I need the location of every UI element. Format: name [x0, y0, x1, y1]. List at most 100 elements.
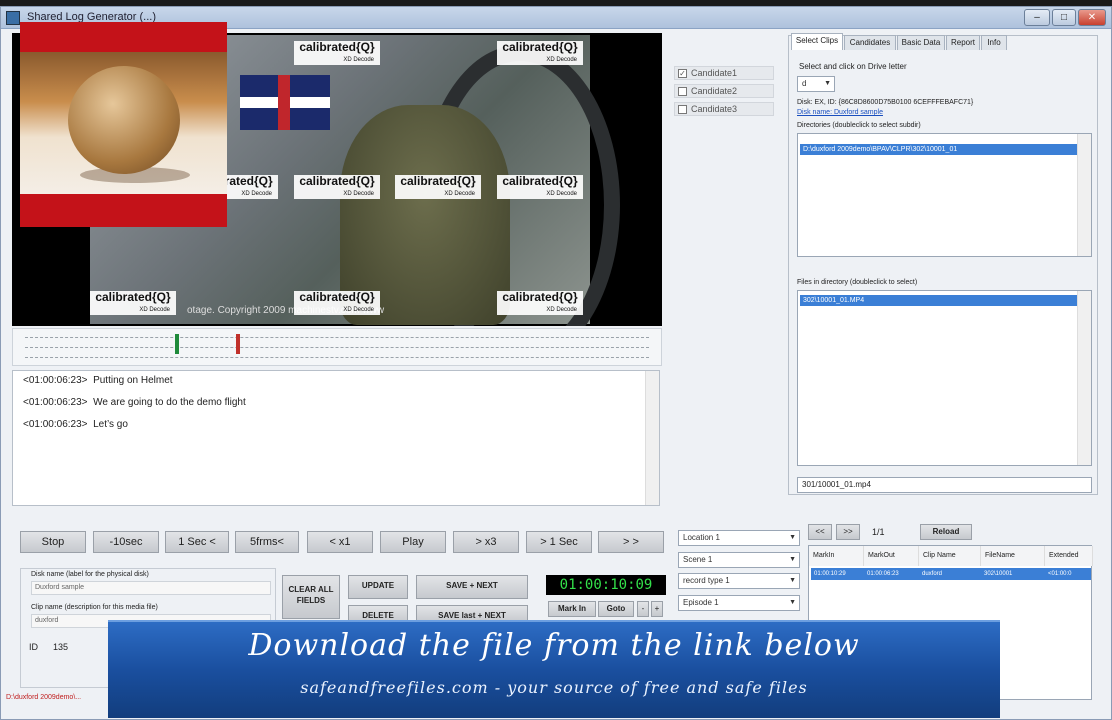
next-page-button[interactable]: >>: [836, 524, 860, 540]
candidate2-checkbox[interactable]: Candidate2: [674, 84, 774, 98]
table-cell[interactable]: 302\10001: [981, 568, 1045, 580]
stop-button[interactable]: Stop: [20, 531, 86, 553]
table-cell[interactable]: 01:00:06:23: [864, 568, 919, 580]
column-header-extended[interactable]: Extended: [1045, 546, 1093, 566]
candidate3-checkbox[interactable]: Candidate3: [674, 102, 774, 116]
tab-basic-data[interactable]: Basic Data: [897, 35, 945, 50]
download-banner-overlay: Download the file from the link below sa…: [108, 620, 1000, 718]
disk-name-field[interactable]: Duxford sample: [31, 581, 271, 595]
minus-button[interactable]: -: [637, 601, 649, 617]
checkbox-icon: [678, 87, 687, 96]
mark-in-marker[interactable]: [175, 334, 179, 354]
watermark: calibrated{Q} XD Decode: [294, 175, 380, 199]
back-1sec-button[interactable]: 1 Sec <: [165, 531, 229, 553]
page-indicator: 1/1: [872, 527, 885, 537]
episode-select[interactable]: Episode 1 ▼: [678, 595, 800, 611]
save-next-button[interactable]: SAVE + NEXT: [416, 575, 528, 599]
tab-report[interactable]: Report: [946, 35, 980, 50]
chevron-down-icon: ▼: [824, 80, 831, 87]
drive-prompt: Select and click on Drive letter: [799, 62, 907, 71]
directories-list[interactable]: D:\duxford 2009demo\BPAV\CLPR\302\10001_…: [797, 133, 1092, 257]
chevron-down-icon: ▼: [789, 577, 796, 584]
chevron-down-icon: ▼: [789, 599, 796, 606]
record-type-select[interactable]: record type 1 ▼: [678, 573, 800, 589]
prev-page-button[interactable]: <<: [808, 524, 832, 540]
timeline-track: [25, 347, 649, 348]
tab-candidates[interactable]: Candidates: [844, 35, 896, 50]
clear-all-fields-button[interactable]: CLEAR ALL FIELDS: [282, 575, 340, 619]
column-header-markin[interactable]: MarkIn: [809, 546, 864, 566]
disk-name-link[interactable]: Disk name: Duxford sample: [797, 109, 883, 116]
table-cell[interactable]: duxford: [919, 568, 981, 580]
transcript-box[interactable]: <01:00:06:23> Putting on Helmet <01:00:0…: [12, 370, 660, 506]
table-cell[interactable]: 01:00:10:29: [811, 568, 864, 580]
clip-name-label: Clip name (description for this media fi…: [31, 604, 158, 611]
banner-subtitle: safeandfreefiles.com - your source of fr…: [300, 678, 808, 697]
timecode-display: 01:00:10:09: [546, 575, 666, 595]
watermark: calibrated{Q} XD Decode: [497, 41, 583, 65]
plus-button[interactable]: +: [651, 601, 663, 617]
play-button[interactable]: Play: [380, 531, 446, 553]
file-item-selected[interactable]: 302\10001_01.MP4: [800, 295, 1079, 306]
directory-item-selected[interactable]: D:\duxford 2009demo\BPAV\CLPR\302\10001_…: [800, 144, 1079, 155]
app-icon: [6, 11, 20, 25]
column-header-markout[interactable]: MarkOut: [864, 546, 919, 566]
overlay-logo-thumbnail: [20, 22, 227, 227]
watermark: calibrated{Q} XD Decode: [294, 41, 380, 65]
clip-selector-panel: Select Clips Candidates Basic Data Repor…: [788, 33, 1098, 495]
reverse-x1-button[interactable]: < x1: [307, 531, 373, 553]
id-value: 135: [53, 642, 69, 652]
close-button[interactable]: ✕: [1078, 9, 1106, 26]
transcript-scrollbar[interactable]: [645, 371, 659, 505]
directories-label: Directories (doubleclick to select subdi…: [797, 122, 921, 129]
drive-select[interactable]: d ▼: [797, 76, 835, 92]
current-file-field[interactable]: 301/10001_01.mp4: [797, 477, 1092, 493]
candidate1-checkbox[interactable]: ✓ Candidate1: [674, 66, 774, 80]
checkbox-icon: ✓: [678, 69, 687, 78]
files-label: Files in directory (doubleclick to selec…: [797, 279, 918, 286]
forward-end-button[interactable]: > >: [598, 531, 664, 553]
watermark: calibrated{Q} XD Decode: [497, 291, 583, 315]
watermark: calibrated{Q} XD Decode: [90, 291, 176, 315]
watermark: calibrated{Q} XD Decode: [395, 175, 481, 199]
disk-name-label: Disk name (label for the physical disk): [31, 571, 149, 578]
tab-info[interactable]: Info: [981, 35, 1007, 50]
chevron-down-icon: ▼: [789, 534, 796, 541]
disk-id-text: Disk: EX, ID: {86C8D8600D75B0100 6CEFFFE…: [797, 99, 974, 106]
files-scrollbar[interactable]: [1077, 291, 1091, 465]
walnut-image: [68, 66, 180, 174]
transcript-line: <01:00:06:23> Let’s go: [23, 419, 128, 430]
mark-out-marker[interactable]: [236, 334, 240, 354]
timeline-track: [25, 357, 649, 358]
reload-button[interactable]: Reload: [920, 524, 972, 540]
update-button[interactable]: UPDATE: [348, 575, 408, 599]
maximize-button[interactable]: □: [1052, 9, 1076, 26]
forward-x3-button[interactable]: > x3: [453, 531, 519, 553]
chevron-down-icon: ▼: [789, 556, 796, 563]
files-list[interactable]: 302\10001_01.MP4: [797, 290, 1092, 466]
back-frames-button[interactable]: 5frms<: [235, 531, 299, 553]
transcript-line: <01:00:06:23> Putting on Helmet: [23, 375, 173, 386]
walnut-photo: [20, 52, 227, 194]
directories-scrollbar[interactable]: [1077, 134, 1091, 256]
status-text: D:\duxford 2009demo\...: [6, 694, 82, 701]
banner-title: Download the file from the link below: [248, 628, 860, 663]
checkbox-icon: [678, 105, 687, 114]
goto-button[interactable]: Goto: [598, 601, 634, 617]
minimize-button[interactable]: –: [1024, 9, 1050, 26]
watermark: calibrated{Q} XD Decode: [294, 291, 380, 315]
tab-select-clips[interactable]: Select Clips: [791, 33, 843, 50]
timeline-track: [25, 337, 649, 338]
transcript-line: <01:00:06:23> We are going to do the dem…: [23, 397, 246, 408]
back-10sec-button[interactable]: -10sec: [93, 531, 159, 553]
forward-1sec-button[interactable]: > 1 Sec: [526, 531, 592, 553]
scene-select[interactable]: Scene 1 ▼: [678, 552, 800, 568]
location-select[interactable]: Location 1 ▼: [678, 530, 800, 546]
table-cell[interactable]: <01:00:0: [1045, 568, 1091, 580]
column-header-clip-name[interactable]: Clip Name: [919, 546, 981, 566]
watermark: calibrated{Q} XD Decode: [497, 175, 583, 199]
timeline-scrubber[interactable]: [12, 328, 662, 366]
column-header-filename[interactable]: FileName: [981, 546, 1045, 566]
id-label: ID: [29, 642, 38, 652]
mark-in-button[interactable]: Mark In: [548, 601, 596, 617]
